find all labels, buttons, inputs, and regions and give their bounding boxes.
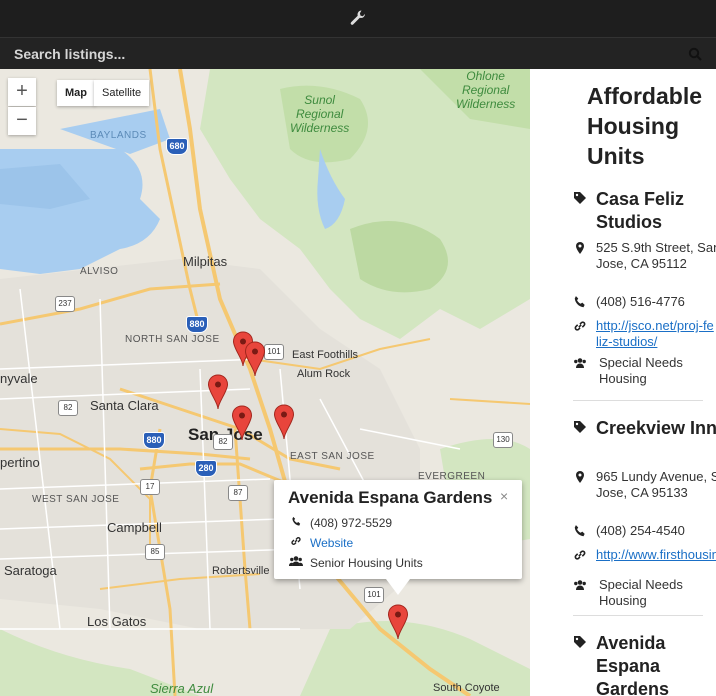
map-view[interactable]: + − Map Satellite Sunol Regional Wildern… bbox=[0, 69, 530, 696]
listing-address: 965 Lundy Avenue, San Jose, CA 95133 bbox=[596, 469, 716, 500]
info-window-type: Senior Housing Units bbox=[310, 556, 423, 570]
map-label-ohlone: Ohlone Regional Wilderness bbox=[456, 69, 515, 111]
listing-address: 525 S.9th Street, San Jose, CA 95112 bbox=[596, 240, 716, 271]
users-icon bbox=[574, 358, 586, 368]
listing-phone: (408) 254-4540 bbox=[596, 523, 685, 538]
search-icon[interactable] bbox=[688, 47, 702, 61]
map-info-window: Avenida Espana Gardens × (408) 972-5529 … bbox=[274, 480, 522, 595]
info-window-tail bbox=[386, 579, 410, 595]
info-window-type-row: Senior Housing Units bbox=[288, 555, 423, 570]
map-type-map-button[interactable]: Map bbox=[57, 80, 95, 106]
map-label-milpitas: Milpitas bbox=[183, 254, 228, 269]
highway-shield-82a: 82 bbox=[58, 400, 78, 416]
highway-shield-82b: 82 bbox=[213, 434, 233, 450]
highway-shield-17: 17 bbox=[140, 479, 160, 495]
map-label-robertsville: Robertsville bbox=[212, 565, 270, 577]
map-pin-marker-selected[interactable] bbox=[387, 604, 409, 640]
highway-shield-101a: 101 bbox=[264, 344, 284, 360]
map-label-alum-rock: Alum Rock bbox=[297, 368, 351, 380]
map-label-alviso: ALVISO bbox=[80, 266, 119, 277]
tag-icon bbox=[574, 421, 586, 433]
users-icon bbox=[288, 555, 304, 570]
search-input[interactable]: Search listings... bbox=[14, 46, 125, 62]
map-label-los-gatos: Los Gatos bbox=[87, 614, 147, 629]
map-label-east-foothills: East Foothills bbox=[292, 349, 359, 361]
sidebar-title: Affordable Housing Units bbox=[587, 83, 702, 169]
info-window-close-button[interactable]: × bbox=[500, 488, 508, 504]
listing-name[interactable]: Avenida Espana Gardens bbox=[596, 632, 676, 696]
search-bar[interactable]: Search listings... bbox=[0, 37, 716, 69]
listing-divider bbox=[573, 615, 703, 616]
map-label-sunol: Sunol Regional Wilderness bbox=[290, 93, 349, 135]
highway-shield-880a: 880 bbox=[186, 316, 208, 333]
listing-url[interactable]: http://www.firsthousing.org bbox=[596, 547, 716, 562]
zoom-out-button[interactable]: − bbox=[8, 107, 36, 135]
tag-icon bbox=[574, 192, 586, 204]
highway-shield-85: 85 bbox=[145, 544, 165, 560]
link-icon bbox=[574, 550, 586, 560]
map-pin-marker[interactable] bbox=[207, 374, 229, 410]
listing-name[interactable]: Creekview Inn bbox=[596, 417, 716, 440]
phone-icon bbox=[574, 296, 585, 308]
listings-sidebar: Affordable Housing Units Casa Feliz Stud… bbox=[530, 69, 716, 696]
map-marker-icon bbox=[576, 471, 584, 483]
map-label-cupertino: pertino bbox=[0, 455, 40, 470]
info-window-phone-row: (408) 972-5529 bbox=[288, 516, 392, 530]
tag-icon bbox=[574, 636, 586, 648]
listing-divider bbox=[573, 400, 703, 401]
map-label-east-san-jose: EAST SAN JOSE bbox=[290, 451, 375, 462]
phone-icon bbox=[288, 516, 304, 530]
info-window-website-row: Website bbox=[288, 535, 353, 550]
zoom-in-button[interactable]: + bbox=[8, 78, 36, 106]
users-icon bbox=[574, 580, 586, 590]
map-label-santa-clara: Santa Clara bbox=[90, 398, 159, 413]
map-label-north-san-jose: NORTH SAN JOSE bbox=[125, 334, 220, 345]
map-label-sunol-text: Sunol Regional Wilderness bbox=[290, 93, 350, 135]
listing-name[interactable]: Casa Feliz Studios bbox=[596, 188, 716, 234]
map-label-saratoga: Saratoga bbox=[4, 563, 57, 578]
map-type-satellite-button[interactable]: Satellite bbox=[94, 80, 150, 106]
map-marker-icon bbox=[576, 242, 584, 254]
map-label-sierra-azul: Sierra Azul bbox=[150, 681, 214, 696]
phone-icon bbox=[574, 525, 585, 537]
map-label-west-san-jose: WEST SAN JOSE bbox=[32, 494, 120, 505]
link-icon bbox=[574, 321, 586, 331]
map-label-south-coyote: South Coyote bbox=[433, 682, 500, 694]
highway-shield-130: 130 bbox=[493, 432, 513, 448]
map-pin-marker[interactable] bbox=[273, 404, 295, 440]
map-label-sunnyvale: nyvale bbox=[0, 371, 38, 386]
map-label-baylands: BAYLANDS bbox=[90, 130, 147, 141]
info-window-title: Avenida Espana Gardens bbox=[288, 488, 493, 507]
highway-shield-680: 680 bbox=[166, 138, 188, 155]
map-label-ohlone-text: Ohlone Regional Wilderness bbox=[456, 69, 516, 111]
listing-phone: (408) 516-4776 bbox=[596, 294, 685, 309]
wrench-icon[interactable] bbox=[349, 9, 367, 27]
highway-shield-101b: 101 bbox=[364, 587, 384, 603]
highway-shield-237: 237 bbox=[55, 296, 75, 312]
info-window-phone: (408) 972-5529 bbox=[310, 516, 393, 530]
map-pin-marker[interactable] bbox=[231, 405, 253, 441]
info-window-website-link[interactable]: Website bbox=[310, 536, 353, 550]
map-pin-marker[interactable] bbox=[244, 341, 266, 377]
highway-shield-280: 280 bbox=[195, 460, 217, 477]
map-label-campbell: Campbell bbox=[107, 520, 162, 535]
listing-url[interactable]: http://jsco.net/proj-feliz-studios/ bbox=[596, 318, 714, 349]
map-base bbox=[0, 69, 530, 696]
top-toolbar bbox=[0, 0, 716, 37]
highway-shield-87: 87 bbox=[228, 485, 248, 501]
listing-type: Special Needs Housing bbox=[599, 355, 683, 386]
highway-shield-880b: 880 bbox=[143, 432, 165, 449]
listing-type: Special Needs Housing bbox=[599, 577, 683, 608]
link-icon bbox=[288, 535, 304, 550]
